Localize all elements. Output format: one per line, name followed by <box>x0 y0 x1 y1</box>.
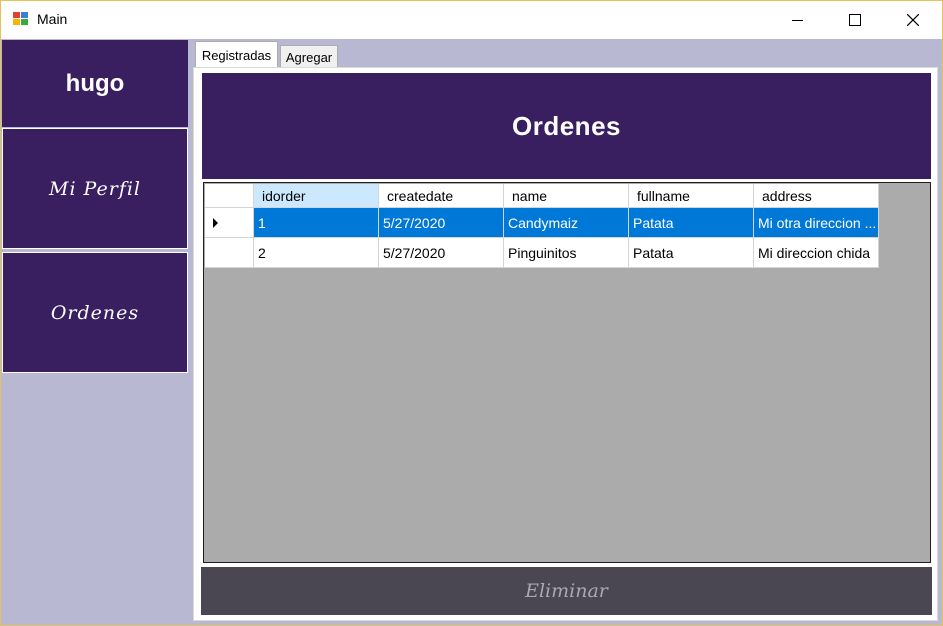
sidebar: hugo Mi Perfil Ordenes <box>1 39 190 625</box>
delete-button[interactable]: Eliminar <box>201 567 932 615</box>
maximize-button[interactable] <box>826 1 884 39</box>
grid-corner-cell[interactable] <box>205 184 254 208</box>
tab-registradas[interactable]: Registradas <box>195 41 278 69</box>
cell-name[interactable]: Candymaiz <box>504 208 629 238</box>
sidebar-item-label: Ordenes <box>50 301 140 324</box>
tab-strip: Registradas Agregar <box>191 41 942 69</box>
orders-grid[interactable]: idorder createdate name fullname address… <box>203 182 931 563</box>
close-icon <box>907 14 919 26</box>
column-header-createdate[interactable]: createdate <box>379 184 504 208</box>
column-header-address[interactable]: address <box>754 184 879 208</box>
close-button[interactable] <box>884 1 942 39</box>
sidebar-user-name: hugo <box>2 40 188 127</box>
row-header-cell[interactable] <box>205 208 254 238</box>
sidebar-item-mi-perfil[interactable]: Mi Perfil <box>2 128 188 249</box>
tab-page-registradas: Ordenes idorder createdate name fullname… <box>193 67 938 621</box>
sidebar-item-label: Mi Perfil <box>48 177 141 200</box>
app-window-icon <box>13 12 29 26</box>
tab-agregar[interactable]: Agregar <box>280 45 338 68</box>
cell-createdate[interactable]: 5/27/2020 <box>379 208 504 238</box>
column-header-idorder[interactable]: idorder <box>254 184 379 208</box>
minimize-button[interactable] <box>768 1 826 39</box>
cell-idorder[interactable]: 1 <box>254 208 379 238</box>
window-title: Main <box>37 11 68 27</box>
sidebar-item-ordenes[interactable]: Ordenes <box>2 252 188 373</box>
cell-fullname[interactable]: Patata <box>629 238 754 268</box>
row-header-cell[interactable] <box>205 238 254 268</box>
page-title: Ordenes <box>202 73 931 179</box>
maximize-icon <box>849 14 861 26</box>
cell-idorder[interactable]: 2 <box>254 238 379 268</box>
cell-createdate[interactable]: 5/27/2020 <box>379 238 504 268</box>
minimize-icon <box>791 19 803 21</box>
cell-address[interactable]: Mi otra direccion ... <box>754 208 879 238</box>
column-header-name[interactable]: name <box>504 184 629 208</box>
cell-fullname[interactable]: Patata <box>629 208 754 238</box>
cell-name[interactable]: Pinguinitos <box>504 238 629 268</box>
cell-address[interactable]: Mi direccion chida <box>754 238 879 268</box>
client-area: hugo Mi Perfil Ordenes Registradas Agreg… <box>1 39 942 625</box>
row-pointer-icon <box>213 217 218 228</box>
column-header-fullname[interactable]: fullname <box>629 184 754 208</box>
main-window: Main hugo Mi Perfil Ordenes Registradas <box>0 0 943 626</box>
title-bar[interactable]: Main <box>1 1 942 39</box>
